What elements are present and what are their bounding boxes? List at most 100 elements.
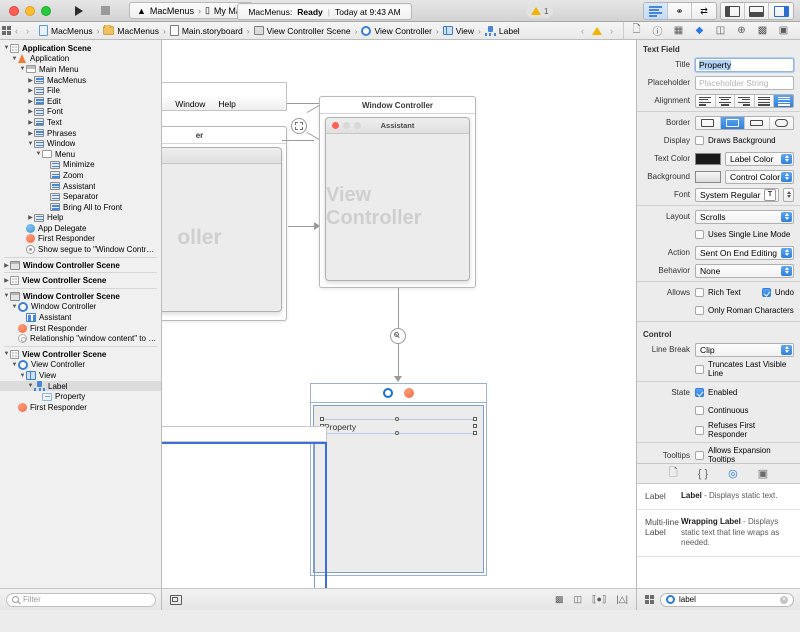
library-grid-view-icon[interactable] — [645, 595, 654, 604]
quick-help-inspector-tab[interactable]: ⓘ — [647, 22, 668, 40]
forward-button[interactable]: › — [22, 26, 33, 36]
disclosure-open-icon[interactable]: ▼ — [11, 362, 18, 368]
resize-handle-top-right[interactable] — [473, 417, 477, 421]
view-controller-scene-card[interactable]: Property — [310, 383, 487, 576]
menu-item-help[interactable]: Help — [218, 99, 235, 109]
tree-row[interactable]: ▶Window Controller Scene — [0, 260, 161, 271]
tree-row[interactable]: Zoom — [0, 170, 161, 181]
identity-inspector-tab[interactable]: ▦ — [668, 22, 689, 40]
run-play-icon[interactable] — [67, 2, 91, 19]
left-scene-card[interactable]: er oller — [162, 126, 287, 321]
resize-handle-right[interactable] — [473, 424, 477, 428]
border-none-option[interactable] — [696, 117, 721, 129]
connections-inspector-tab[interactable]: ⊕ — [731, 22, 752, 40]
file-template-library-tab[interactable]: 🗋 — [669, 464, 678, 483]
alignment-natural-option[interactable] — [774, 95, 793, 107]
alignment-justified-option[interactable] — [755, 95, 775, 107]
tree-row[interactable]: ▼View Controller — [0, 360, 161, 371]
library-list-item[interactable]: LabelLabel - Displays static text. — [637, 484, 800, 510]
stop-square-icon[interactable] — [93, 2, 117, 19]
border-bezel-option[interactable] — [745, 117, 770, 129]
checkbox-draws-background[interactable] — [695, 136, 704, 145]
view-controller-view[interactable]: Property — [313, 405, 484, 573]
title-text-field[interactable]: Property — [695, 58, 794, 72]
resize-handle-bottom[interactable] — [395, 431, 399, 435]
alignment-segmented-control[interactable] — [695, 94, 794, 108]
resolve-auto-layout-icon[interactable]: |△| — [616, 594, 628, 605]
previous-issue-button[interactable]: ‹ — [577, 26, 588, 36]
disclosure-closed-icon[interactable]: ▶ — [27, 119, 34, 126]
related-items-icon[interactable] — [2, 26, 11, 35]
tree-row[interactable]: ▼View — [0, 370, 161, 381]
border-line-option[interactable] — [721, 117, 746, 129]
tree-row[interactable]: ▶View Controller Scene — [0, 275, 161, 286]
tree-row[interactable]: ▶Phrases — [0, 128, 161, 139]
standard-editor-icon[interactable] — [644, 3, 668, 19]
library-list-item[interactable]: Multi-line LabelWrapping Label - Display… — [637, 510, 800, 557]
next-issue-button[interactable]: › — [606, 26, 617, 36]
debug-panel-icon[interactable] — [745, 3, 769, 19]
font-panel-icon[interactable]: T — [764, 189, 776, 201]
disclosure-open-icon[interactable]: ▼ — [3, 293, 10, 299]
breadcrumb-item-scene[interactable]: View Controller Scene › — [254, 26, 359, 36]
tree-row[interactable]: ▼Main Menu — [0, 64, 161, 75]
popup-button[interactable]: Clip — [695, 343, 794, 357]
tree-row[interactable]: ▼Menu — [0, 149, 161, 160]
back-button[interactable]: ‹ — [11, 26, 22, 36]
tree-row[interactable]: ▼Window — [0, 138, 161, 149]
checkbox-undo[interactable] — [762, 288, 771, 297]
window-controller-scene-card[interactable]: Window Controller Assistant View Control… — [319, 96, 476, 288]
disclosure-open-icon[interactable]: ▼ — [3, 45, 10, 51]
segue-badge-presentation[interactable] — [291, 118, 307, 134]
font-field[interactable]: System RegularT — [695, 188, 779, 202]
disclosure-closed-icon[interactable]: ▶ — [3, 277, 10, 284]
document-outline-icon[interactable] — [170, 595, 182, 605]
tree-row[interactable]: Show segue to "Window Controller" — [0, 244, 161, 255]
tree-row[interactable]: ▼View Controller Scene — [0, 349, 161, 360]
breadcrumb-item-project[interactable]: MacMenus › — [39, 25, 100, 36]
assistant-editor-icon[interactable]: ⚭ — [668, 3, 692, 19]
tree-row[interactable]: ▼Application — [0, 54, 161, 65]
tree-row[interactable]: ▶File — [0, 85, 161, 96]
disclosure-open-icon[interactable]: ▼ — [3, 351, 10, 357]
checkbox-uses-single-line-mode[interactable] — [695, 230, 704, 239]
popup-button[interactable]: None — [695, 264, 794, 278]
panel-toggles-segmented[interactable] — [720, 2, 794, 20]
relationship-segue-badge[interactable] — [390, 328, 406, 344]
border-rounded-option[interactable] — [770, 117, 794, 129]
tree-row[interactable]: Minimize — [0, 160, 161, 171]
checkbox-only-roman-characters[interactable] — [695, 306, 704, 315]
color-swatch[interactable] — [695, 153, 721, 165]
first-responder-icon[interactable] — [404, 388, 414, 398]
tree-row[interactable]: Assistant — [0, 181, 161, 192]
lower-left-selected-view-outline[interactable] — [162, 442, 327, 608]
embed-in-icon[interactable]: ▩ — [555, 594, 564, 605]
zoom-window-button[interactable] — [41, 6, 51, 16]
utilities-panel-icon[interactable] — [769, 3, 793, 19]
popup-button[interactable]: Sent On End Editing — [695, 246, 794, 260]
assistant-window[interactable]: Assistant View Controller — [325, 117, 470, 281]
disclosure-open-icon[interactable]: ▼ — [27, 141, 34, 147]
border-segmented-control[interactable] — [695, 116, 794, 130]
tree-row[interactable]: ▼Window Controller Scene — [0, 291, 161, 302]
placeholder-text-field[interactable]: Placeholder String — [695, 76, 794, 90]
tree-row[interactable]: ▼Window Controller — [0, 302, 161, 313]
disclosure-open-icon[interactable]: ▼ — [35, 151, 42, 157]
tree-row[interactable]: ▶Text — [0, 117, 161, 128]
tree-row[interactable]: ▶MacMenus — [0, 75, 161, 86]
resize-handle-top-left[interactable] — [320, 417, 324, 421]
view-effects-inspector-tab[interactable]: ▣ — [773, 22, 794, 40]
scheme-selector[interactable]: ▲ MacMenus › ▯ My Mac — [129, 2, 253, 19]
pin-icon[interactable]: ⟦●⟧ — [592, 594, 606, 605]
object-library-list[interactable]: LabelLabel - Displays static text.Multi-… — [637, 484, 800, 588]
library-filter-field[interactable]: label ✕ — [660, 593, 794, 607]
object-library-tab[interactable]: ◎ — [728, 467, 738, 480]
version-editor-icon[interactable]: ⇄ — [692, 3, 716, 19]
menu-item-window[interactable]: Window — [175, 99, 205, 109]
minimize-window-button[interactable] — [25, 6, 35, 16]
tree-row[interactable]: ▼Label — [0, 381, 161, 392]
resize-handle-bottom-right[interactable] — [473, 431, 477, 435]
tree-row[interactable]: Separator — [0, 191, 161, 202]
disclosure-closed-icon[interactable]: ▶ — [3, 262, 10, 269]
popup-button[interactable]: Scrolls — [695, 210, 794, 224]
